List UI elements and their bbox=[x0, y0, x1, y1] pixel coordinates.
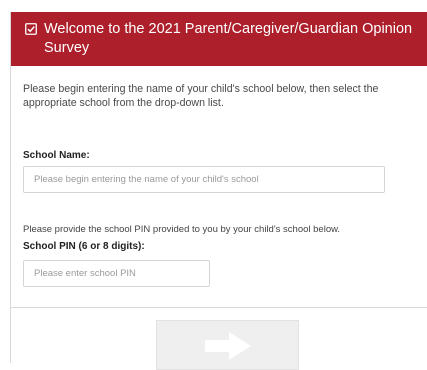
school-pin-label: School PIN (6 or 8 digits): bbox=[23, 241, 145, 252]
checkbox-icon bbox=[25, 22, 37, 35]
arrow-right-icon bbox=[205, 332, 251, 360]
survey-title: Welcome to the 2021 Parent/Caregiver/Gua… bbox=[44, 21, 413, 56]
school-name-label: School Name: bbox=[23, 150, 90, 161]
survey-footer bbox=[11, 308, 427, 370]
school-name-input[interactable] bbox=[23, 166, 385, 193]
survey-card: Welcome to the 2021 Parent/Caregiver/Gua… bbox=[10, 12, 427, 370]
pin-helper-text: Please provide the school PIN provided t… bbox=[23, 224, 341, 235]
survey-header: Welcome to the 2021 Parent/Caregiver/Gua… bbox=[11, 12, 427, 66]
school-pin-input[interactable] bbox=[23, 260, 210, 287]
survey-body: Please begin entering the name of your c… bbox=[11, 66, 427, 308]
intro-text: Please begin entering the name of your c… bbox=[23, 83, 379, 109]
